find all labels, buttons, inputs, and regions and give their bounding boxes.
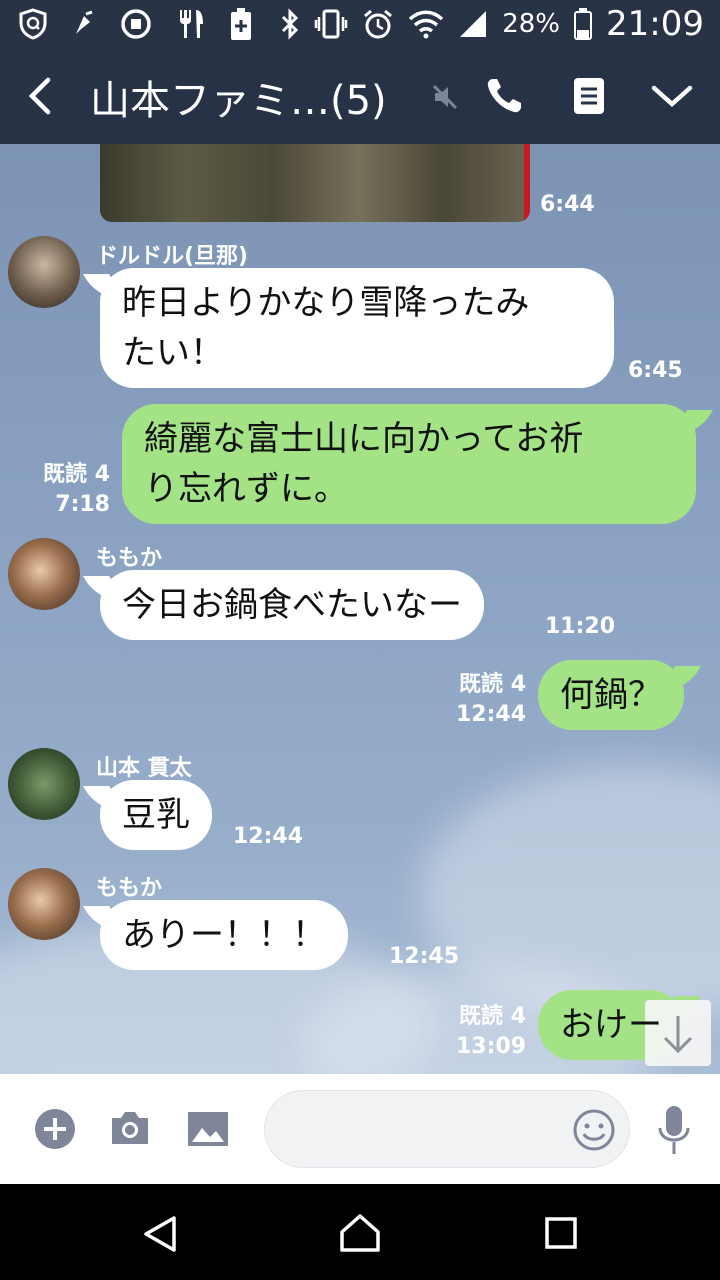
vibrate-icon [314,9,348,39]
status-bar: 28% 21:09 [0,0,720,48]
message-time: 12:44 [233,824,304,849]
avatar[interactable] [8,236,80,308]
message-bubble[interactable]: 綺麗な富士山に向かってお祈 り忘れずに。 [122,404,696,524]
shield-icon [19,8,47,40]
status-left-icons [18,8,252,40]
read-receipt: 既読 4 13:09 [430,1002,526,1062]
message-line: たい！ [122,333,224,373]
read-receipt: 既読 4 12:44 [430,670,526,730]
message-line: 何鍋？ [560,675,662,715]
status-right-icons: 28% 21:09 [280,4,704,44]
message-line: ありー！！！ [122,915,326,955]
message-time: 11:20 [545,614,616,639]
stop-icon [121,9,151,39]
bluetooth-icon [282,8,299,40]
battery-plus-icon [231,8,251,40]
mic-icon[interactable] [656,1104,692,1156]
message-bubble[interactable]: 今日お鍋食べたいなー [100,570,484,640]
chat-title[interactable]: 山本ファミ…(5) [90,68,387,126]
mute-icon [432,84,458,110]
back-icon[interactable] [20,74,60,118]
image-icon[interactable] [186,1110,230,1148]
gesture-icon [76,10,93,34]
sender-name: 山本 貫太 [96,756,192,781]
read-label: 既読 4 [43,462,110,487]
read-label: 既読 4 [459,1004,526,1029]
message-time: 6:45 [628,358,683,383]
message-bubble[interactable]: 豆乳 [100,780,212,850]
message-line: 今日お鍋食べたいなー [122,585,462,625]
sender-name: ドルドル(旦那) [96,244,249,269]
emoji-icon[interactable] [572,1108,616,1152]
chat-header: 山本ファミ…(5) [0,48,720,144]
message-line: 綺麗な富士山に向かってお祈 [144,419,584,459]
message-line: 昨日よりかなり雪降ったみ [122,283,530,323]
sender-name: ももか [96,546,163,571]
photo-message[interactable] [100,144,530,222]
wifi-icon [409,10,444,39]
nav-back-icon[interactable] [140,1214,180,1254]
message-bubble[interactable]: ありー！！！ [100,900,348,970]
message-time: 6:44 [540,192,595,217]
battery-percentage: 28% [502,9,561,39]
battery-icon [574,8,593,40]
nav-recent-icon[interactable] [544,1216,578,1250]
message-line: 豆乳 [122,795,190,835]
message-time: 7:18 [55,492,110,517]
status-time: 21:09 [606,4,704,44]
navigation-bar [0,1184,720,1280]
input-bar [0,1074,720,1184]
message-bubble[interactable]: 昨日よりかなり雪降ったみ たい！ [100,268,614,388]
avatar[interactable] [8,538,80,610]
message-line: り忘れずに。 [144,469,348,509]
sender-name: ももか [96,876,163,901]
plus-icon[interactable] [34,1108,76,1150]
phone-icon[interactable] [484,76,524,116]
message-time: 12:45 [389,944,460,969]
message-time: 12:44 [455,702,526,727]
nav-home-icon[interactable] [338,1212,382,1254]
alarm-icon [364,9,393,39]
message-bubble[interactable]: 何鍋？ [538,660,684,730]
notes-icon[interactable] [572,76,606,116]
chat-area[interactable]: 6:44 ドルドル(旦那) 昨日よりかなり雪降ったみ たい！ 6:45 既読 4… [0,144,720,1074]
restaurant-icon [180,10,203,38]
read-label: 既読 4 [459,672,526,697]
message-time: 13:09 [455,1034,526,1059]
avatar[interactable] [8,748,80,820]
message-line: おけー [560,1005,662,1045]
expand-icon[interactable] [650,80,694,112]
signal-icon [460,11,487,37]
read-receipt: 既読 4 7:18 [20,460,110,520]
camera-icon[interactable] [108,1108,152,1148]
avatar[interactable] [8,868,80,940]
